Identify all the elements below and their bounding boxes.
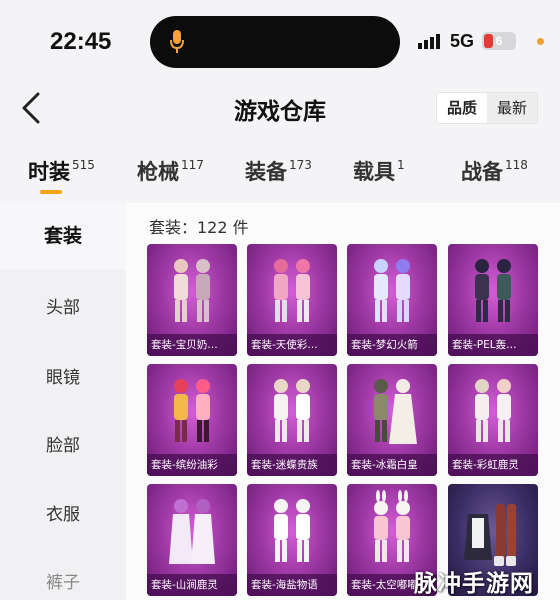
item-card[interactable]: 套装-宝贝奶… (147, 244, 237, 356)
item-card[interactable]: 套装-迷蝶贵族 (247, 364, 337, 476)
item-name: 套装-梦幻火箭 (347, 334, 437, 356)
clock: 22:45 (50, 28, 112, 55)
sidebar-item-clothes[interactable]: 衣服 (0, 500, 126, 525)
tab-count: 117 (181, 158, 204, 172)
network-type: 5G (450, 31, 475, 51)
tab-outfits[interactable]: 时装 515 (28, 156, 95, 186)
battery-icon: 6 (482, 32, 516, 50)
item-name: 套装-彩虹鹿灵 (448, 454, 538, 476)
tab-label: 载具 (353, 160, 395, 184)
sort-newest-button[interactable]: 最新 (487, 93, 537, 123)
item-name: 套装-冰霜白皇 (347, 454, 437, 476)
sidebar-item-face[interactable]: 脸部 (0, 431, 126, 456)
item-name: 套装-海盐物语 (247, 574, 337, 596)
category-tabs: 时装 515 枪械 117 装备 173 载具 1 战备 118 (0, 150, 560, 198)
item-card[interactable]: 套装-冰霜白皇 (347, 364, 437, 476)
tab-battle-prep[interactable]: 战备 118 (461, 156, 528, 186)
tab-count: 1 (397, 158, 405, 172)
outfit-preview-icon (274, 499, 310, 562)
item-name: 套装-天使彩… (247, 334, 337, 356)
section-title: 套装：122 件 (149, 218, 249, 237)
outfit-preview-icon (274, 379, 310, 442)
sidebar-item-glasses[interactable]: 眼镜 (0, 363, 126, 388)
item-name: 套装-PEL轰… (448, 334, 538, 356)
tab-label: 时装 (28, 160, 70, 184)
status-bar: 22:45 5G 6 (0, 0, 560, 80)
tab-guns[interactable]: 枪械 117 (137, 156, 204, 186)
dynamic-island (150, 16, 400, 68)
tab-count: 173 (289, 158, 312, 172)
tab-label: 战备 (461, 160, 503, 184)
watermark: 脉冲手游网 (414, 571, 534, 597)
outfit-preview-icon (475, 379, 511, 442)
item-card[interactable]: 套装-PEL轰… (448, 244, 538, 356)
item-name: 套装-宝贝奶… (147, 334, 237, 356)
outfit-preview-icon (169, 499, 215, 564)
sidebar-item-pants[interactable]: 裤子 (0, 568, 126, 593)
tab-equipment[interactable]: 装备 173 (245, 156, 312, 186)
item-name: 套装-山涧鹿灵 (147, 574, 237, 596)
item-name: 套装-缤纷油彩 (147, 454, 237, 476)
outfit-preview-icon (374, 490, 410, 562)
tab-count: 515 (72, 158, 95, 172)
active-tab-indicator (40, 190, 62, 194)
item-card[interactable]: 套装-彩虹鹿灵 (448, 364, 538, 476)
tab-count: 118 (505, 158, 528, 172)
item-card[interactable]: 套装-天使彩… (247, 244, 337, 356)
privacy-indicator-dot (537, 38, 544, 45)
outfit-preview-icon (475, 259, 511, 322)
signal-icon (418, 34, 440, 49)
tab-label: 装备 (245, 160, 287, 184)
outfit-preview-icon (174, 379, 210, 442)
outfit-preview-icon (174, 259, 210, 322)
outfit-preview-icon (374, 379, 417, 444)
sidebar: 套装 头部 眼镜 脸部 衣服 裤子 (0, 203, 126, 600)
item-card[interactable]: 套装-梦幻火箭 (347, 244, 437, 356)
outfit-preview-icon (464, 504, 516, 566)
outfit-preview-icon (374, 259, 410, 322)
tab-vehicles[interactable]: 载具 1 (353, 156, 405, 186)
sidebar-item-head[interactable]: 头部 (0, 293, 126, 318)
item-name: 套装-迷蝶贵族 (247, 454, 337, 476)
sort-toggle: 品质 最新 (436, 92, 538, 124)
sidebar-item-sets[interactable]: 套装 (0, 203, 126, 270)
item-card[interactable]: 套装-山涧鹿灵 (147, 484, 237, 596)
item-card[interactable]: 套装-缤纷油彩 (147, 364, 237, 476)
battery-level: 6 (495, 34, 503, 48)
tab-label: 枪械 (137, 160, 179, 184)
sort-quality-button[interactable]: 品质 (437, 93, 487, 123)
outfit-preview-icon (274, 259, 310, 322)
microphone-icon (170, 30, 184, 53)
item-card[interactable]: 套装-海盐物语 (247, 484, 337, 596)
